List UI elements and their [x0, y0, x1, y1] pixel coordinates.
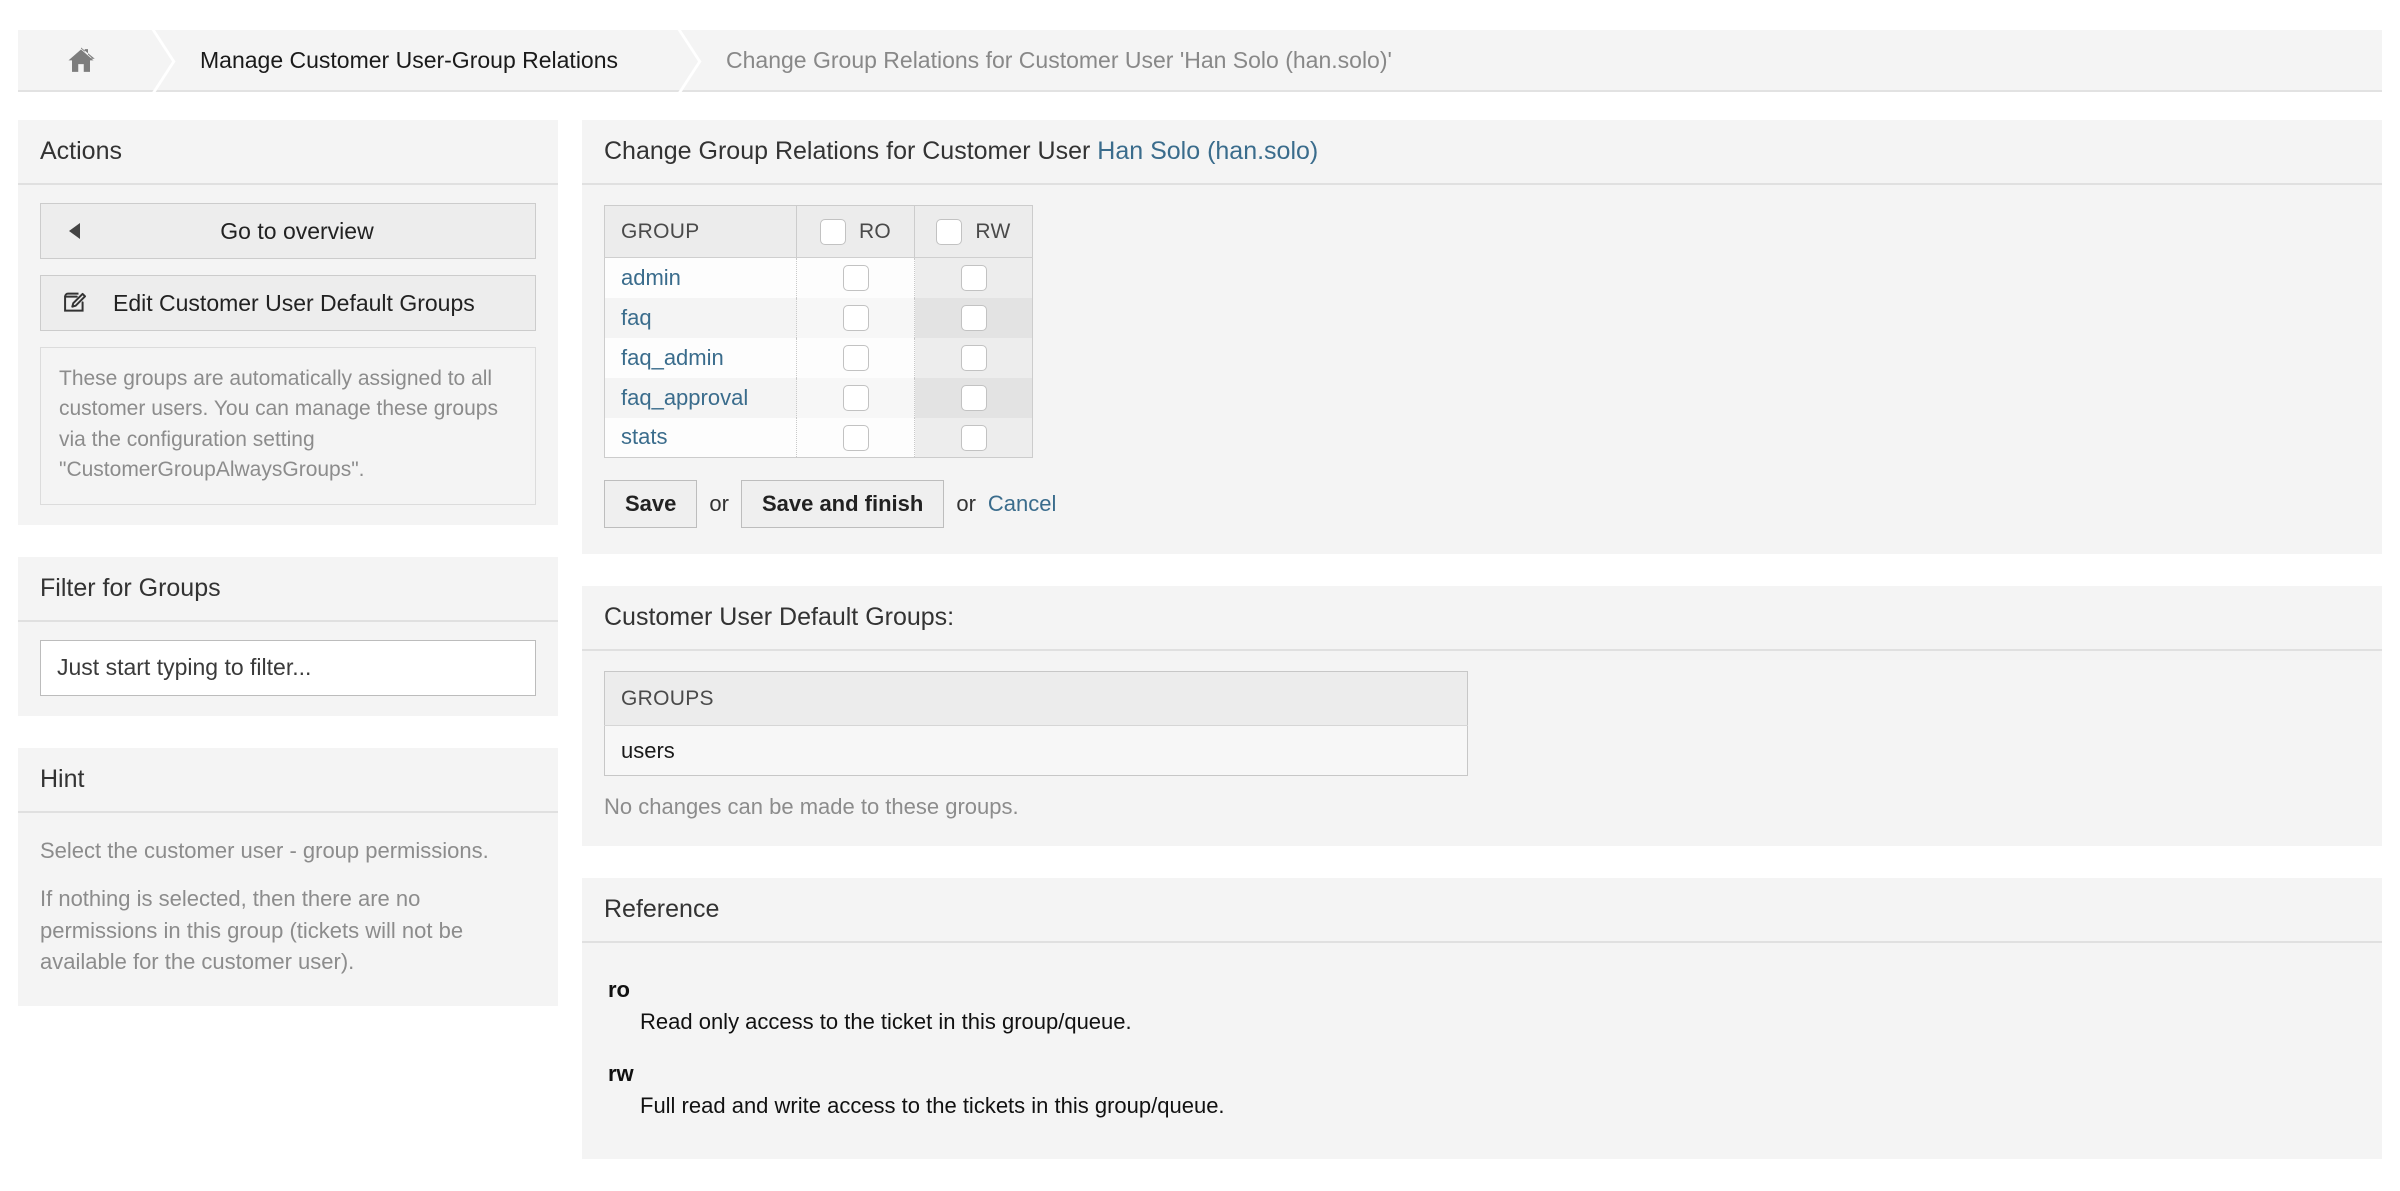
- caret-left-icon: [55, 222, 95, 240]
- column-header-groups: GROUPS: [605, 672, 1468, 726]
- column-header-rw-label: RW: [975, 220, 1010, 244]
- default-group-name-cell: users: [605, 726, 1468, 776]
- breadcrumb-item-1[interactable]: Manage Customer User-Group Relations: [166, 30, 652, 90]
- group-relations-title: Change Group Relations for Customer User…: [582, 120, 2382, 185]
- default-groups-table: GROUPS users: [604, 671, 1468, 776]
- rw-checkbox[interactable]: [961, 385, 987, 411]
- filter-panel-title: Filter for Groups: [18, 557, 558, 622]
- rw-checkbox[interactable]: [961, 305, 987, 331]
- ro-checkbox[interactable]: [843, 385, 869, 411]
- group-name-cell: faq_approval: [605, 378, 797, 418]
- table-row: faq: [605, 298, 1033, 338]
- table-header-row: GROUPS: [605, 672, 1468, 726]
- cancel-link[interactable]: Cancel: [988, 491, 1056, 517]
- go-to-overview-label: Go to overview: [95, 218, 521, 245]
- hint-panel-title: Hint: [18, 748, 558, 813]
- breadcrumb: Manage Customer User-Group Relations Cha…: [18, 30, 2382, 92]
- group-name-cell: faq: [605, 298, 797, 338]
- breadcrumb-home-link[interactable]: [18, 30, 126, 90]
- actions-panel: Actions Go to overview E: [18, 120, 558, 525]
- ro-cell: [797, 298, 915, 338]
- default-groups-info-text: These groups are automatically assigned …: [40, 347, 536, 505]
- hint-panel: Hint Select the customer user - group pe…: [18, 748, 558, 1007]
- column-header-ro: RO: [797, 206, 915, 258]
- reference-panel: Reference ro Read only access to the tic…: [582, 878, 2382, 1159]
- ro-cell: [797, 378, 915, 418]
- edit-customer-user-default-groups-button[interactable]: Edit Customer User Default Groups: [40, 275, 536, 331]
- ro-checkbox[interactable]: [843, 345, 869, 371]
- rw-checkbox[interactable]: [961, 265, 987, 291]
- ro-cell: [797, 338, 915, 378]
- or-separator-1: or: [709, 491, 729, 517]
- group-name-cell: admin: [605, 258, 797, 298]
- rw-checkbox[interactable]: [961, 425, 987, 451]
- hint-paragraph-1: Select the customer user - group permiss…: [40, 835, 536, 867]
- column-header-rw: RW: [915, 206, 1033, 258]
- group-relations-table-body: admin faq faq_admin: [605, 258, 1033, 458]
- breadcrumb-separator-1: [126, 30, 166, 90]
- column-header-ro-label: RO: [859, 220, 891, 244]
- rw-checkbox[interactable]: [961, 345, 987, 371]
- rw-cell: [915, 378, 1033, 418]
- breadcrumb-item-2: Change Group Relations for Customer User…: [692, 30, 1426, 90]
- hint-paragraph-2: If nothing is selected, then there are n…: [40, 883, 536, 979]
- form-actions: Save or Save and finish or Cancel: [604, 480, 2360, 528]
- ro-checkbox[interactable]: [843, 265, 869, 291]
- edit-pencil-icon: [55, 289, 95, 317]
- ro-checkbox[interactable]: [843, 305, 869, 331]
- select-all-rw-checkbox[interactable]: [936, 219, 962, 245]
- default-groups-note: No changes can be made to these groups.: [604, 794, 2360, 820]
- reference-term-rw: rw: [608, 1061, 2360, 1087]
- group-name-cell: stats: [605, 418, 797, 458]
- default-groups-title: Customer User Default Groups:: [582, 586, 2382, 651]
- table-row: faq_admin: [605, 338, 1033, 378]
- save-and-finish-button[interactable]: Save and finish: [741, 480, 944, 528]
- reference-definition-rw: Full read and write access to the ticket…: [640, 1093, 2360, 1119]
- actions-panel-title: Actions: [18, 120, 558, 185]
- sidebar: Actions Go to overview E: [18, 120, 558, 1038]
- ro-cell: [797, 418, 915, 458]
- rw-cell: [915, 298, 1033, 338]
- edit-customer-user-default-groups-label: Edit Customer User Default Groups: [95, 290, 521, 317]
- customer-user-link[interactable]: Han Solo (han.solo): [1097, 137, 1318, 165]
- rw-cell: [915, 258, 1033, 298]
- home-icon: [66, 46, 96, 74]
- reference-term-ro: ro: [608, 977, 2360, 1003]
- rw-cell: [915, 418, 1033, 458]
- column-header-group: GROUP: [605, 206, 797, 258]
- table-header-row: GROUP RO RW: [605, 206, 1033, 258]
- or-separator-2: or: [956, 491, 976, 517]
- ro-checkbox[interactable]: [843, 425, 869, 451]
- reference-definition-ro: Read only access to the ticket in this g…: [640, 1009, 2360, 1035]
- reference-title: Reference: [582, 878, 2382, 943]
- filter-panel: Filter for Groups: [18, 557, 558, 716]
- group-relations-panel: Change Group Relations for Customer User…: [582, 120, 2382, 554]
- breadcrumb-separator-2: [652, 30, 692, 90]
- group-relations-title-prefix: Change Group Relations for Customer User: [604, 137, 1097, 165]
- table-row: faq_approval: [605, 378, 1033, 418]
- main-content: Change Group Relations for Customer User…: [582, 120, 2382, 1191]
- ro-cell: [797, 258, 915, 298]
- group-name-cell: faq_admin: [605, 338, 797, 378]
- group-filter-input[interactable]: [40, 640, 536, 696]
- table-row: stats: [605, 418, 1033, 458]
- select-all-ro-checkbox[interactable]: [820, 219, 846, 245]
- save-button[interactable]: Save: [604, 480, 697, 528]
- table-row: users: [605, 726, 1468, 776]
- rw-cell: [915, 338, 1033, 378]
- group-relations-table: GROUP RO RW: [604, 205, 1033, 458]
- default-groups-panel: Customer User Default Groups: GROUPS use…: [582, 586, 2382, 846]
- go-to-overview-button[interactable]: Go to overview: [40, 203, 536, 259]
- table-row: admin: [605, 258, 1033, 298]
